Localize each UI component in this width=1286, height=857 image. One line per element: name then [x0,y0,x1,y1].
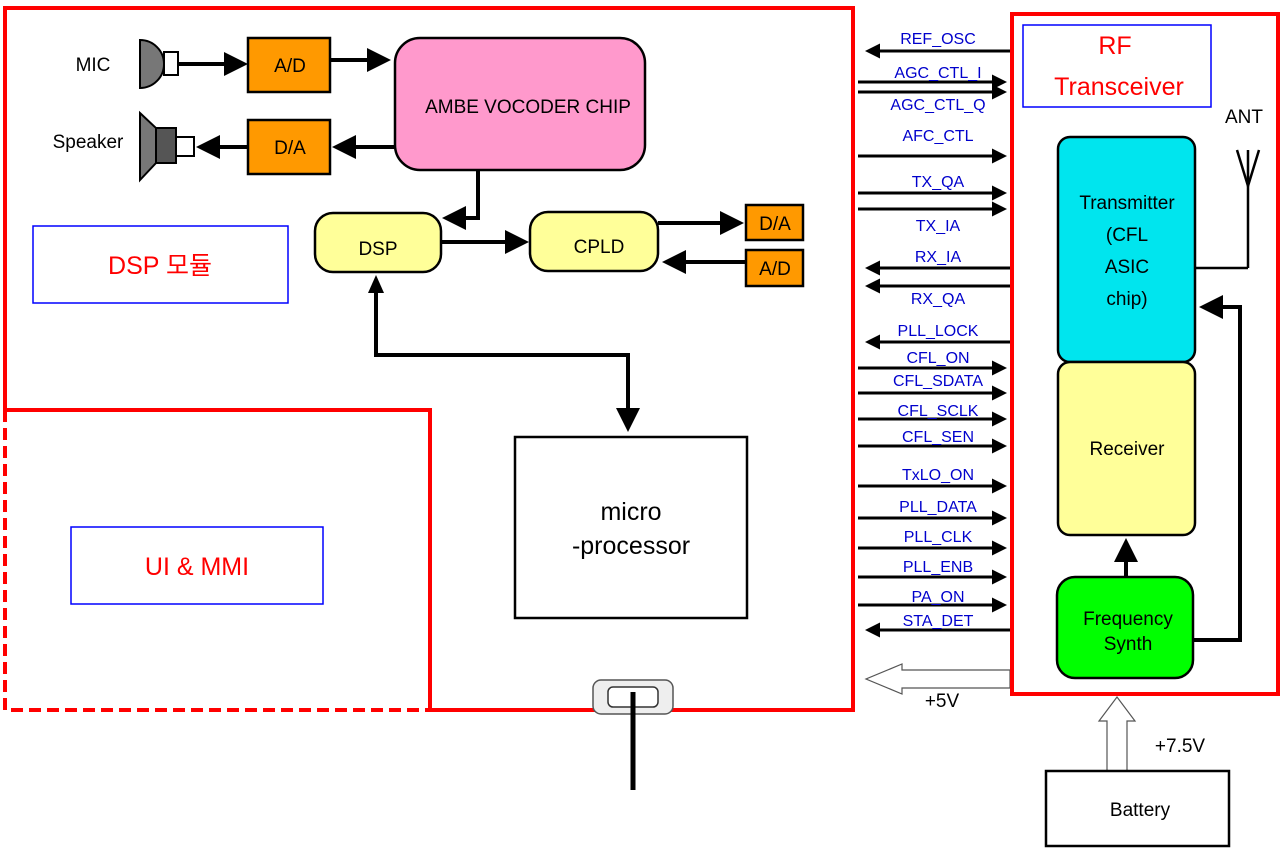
transmitter-block [1056,135,1197,364]
signal-label: AGC_CTL_I [894,65,981,82]
power-7v5-arrow [1097,696,1137,772]
signal-label: REF_OSC [900,31,976,48]
rf-title-2: Transceiver [1054,73,1184,101]
speaker-label: Speaker [53,132,124,153]
cpld-ad-label: A/D [759,259,791,280]
signal-label: AGC_CTL_Q [890,97,985,114]
signal-label: CFL_SEN [902,429,974,446]
mic-icon [139,38,165,90]
cpld-da-label: D/A [759,214,791,235]
signal-label: PLL_ENB [903,559,973,576]
signal-label: STA_DET [903,613,974,630]
signal-label: TxLO_ON [902,467,974,484]
signal-label: TX_QA [912,174,965,191]
diagram-canvas: DSP 모듈 UI & MMI MIC A/D Speaker D/A AMBE… [3,6,1280,848]
power-5v-label: +5V [925,691,960,712]
antenna-label: ANT [1225,107,1263,128]
signal-label: PLL_LOCK [898,323,979,340]
dsp-label: DSP [358,239,397,260]
battery-label: Battery [1110,800,1171,821]
signal-label: TX_IA [916,218,961,235]
dsp-module-label: DSP 모듈 [108,252,212,280]
micro-label-2: -processor [572,532,690,560]
ui-module-label: UI & MMI [145,553,249,581]
speaker-icon [139,110,195,183]
synth-label-2: Synth [1104,634,1153,655]
signal-label: CFL_ON [906,350,969,367]
receiver-label: Receiver [1090,439,1166,460]
microprocessor-block [513,435,749,620]
signal-bus: REF_OSC AGC_CTL_I AGC_CTL_Q AFC_CTL TX_QA TX_… [858,31,1010,638]
cpld-label: CPLD [574,237,625,258]
synth-label-1: Frequency [1083,609,1173,630]
vocoder-label: AMBE VOCODER CHIP [425,97,631,118]
micro-label-1: micro [600,498,661,526]
block-diagram: DSP 모듈 UI & MMI MIC A/D Speaker D/A AMBE… [0,0,1286,852]
signal-label: CFL_SCLK [898,403,979,420]
signal-label: RX_QA [911,291,966,308]
mic-ad-label: A/D [274,56,306,77]
transmitter-label-4: chip) [1106,289,1147,310]
rf-title-1: RF [1098,32,1131,60]
power-7v5-label: +7.5V [1155,736,1206,757]
transmitter-label-1: Transmitter [1079,193,1175,214]
signal-label: PA_ON [911,589,964,606]
signal-label: AFC_CTL [902,128,973,145]
signal-label: CFL_SDATA [893,373,983,390]
antenna-icon [1195,149,1261,270]
transmitter-label-2: (CFL [1106,225,1148,246]
speaker-da-label: D/A [274,138,306,159]
signal-label: RX_IA [915,249,962,266]
signal-label: PLL_DATA [899,499,977,516]
signal-label: PLL_CLK [904,529,973,546]
power-5v-arrow [864,663,1011,695]
mic-label: MIC [76,55,111,76]
transmitter-label-3: ASIC [1105,257,1149,278]
serial-connector-icon [592,679,674,790]
